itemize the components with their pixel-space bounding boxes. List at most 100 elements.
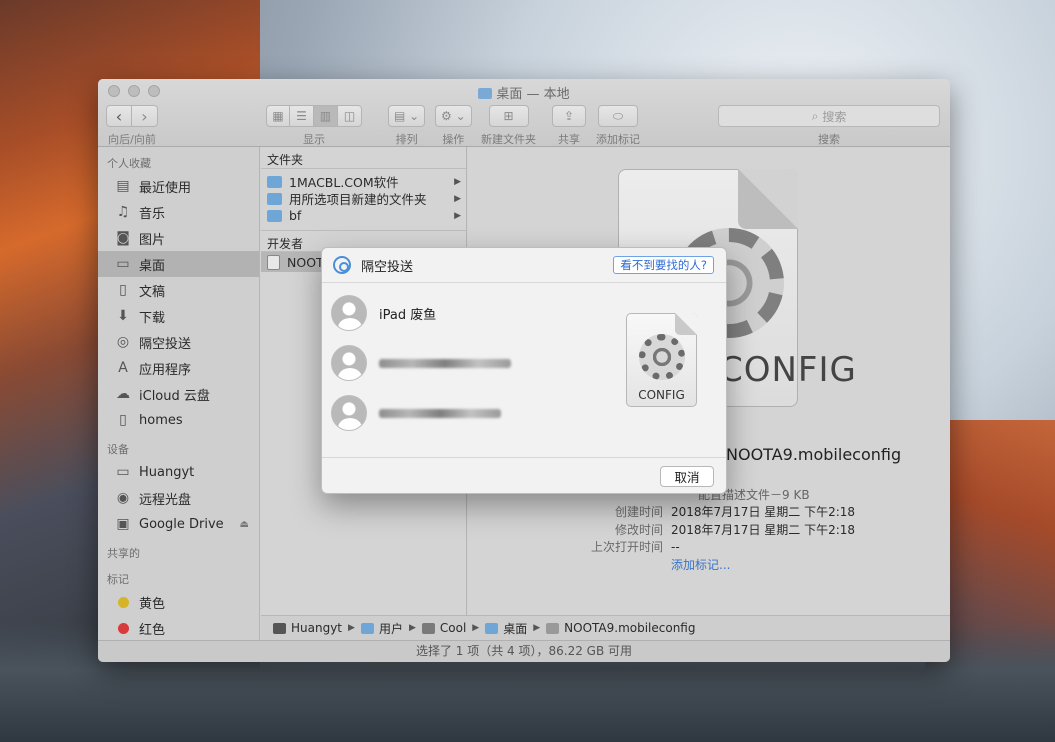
tag-group: ⬭ 添加标记 (596, 105, 640, 147)
home-icon (421, 622, 435, 634)
toolbar: 桌面 — 本地 ‹ › 向后/向前 ▦ ☰ ▥ ◫ 显示 ▤ ⌄ 排列 ⚙ ⌄ … (98, 79, 950, 147)
path-segment[interactable]: 用户 (360, 620, 403, 637)
sidebar-item-pictures[interactable]: ◙ 图片 (98, 225, 259, 251)
pictures-icon: ◙ (116, 230, 130, 246)
sidebar-item-airdrop[interactable]: ◎ 隔空投送 (98, 329, 259, 355)
cant-find-help-button[interactable]: 看不到要找的人? (613, 256, 714, 274)
airdrop-recipient[interactable] (331, 338, 611, 388)
sidebar-item-huangyt[interactable]: ▭ Huangyt (98, 459, 259, 485)
new-folder-label: 新建文件夹 (481, 133, 536, 146)
new-folder-button[interactable]: ⊞ (488, 105, 529, 127)
chevron-right-icon: ▶ (348, 623, 355, 633)
eject-icon[interactable]: ⏏ (240, 519, 249, 530)
chevron-right-icon: ▶ (454, 176, 461, 187)
add-tags-link[interactable]: 添加标记... (671, 556, 730, 573)
column-view-button[interactable]: ▥ (314, 105, 338, 127)
back-button[interactable]: ‹ (106, 105, 132, 127)
sidebar-item-tag-yellow[interactable]: 黄色 (98, 589, 259, 615)
sidebar-item-music[interactable]: ♫ 音乐 (98, 199, 259, 225)
sidebar-item-remote-disc[interactable]: ◉ 远程光盘 (98, 485, 259, 511)
window-title: 桌面 — 本地 (98, 83, 950, 102)
list-item[interactable]: 1MACBL.COM软件 ▶ (261, 173, 466, 190)
meta-row: 上次打开时间 -- (590, 539, 680, 555)
folders-heading: 文件夹 (261, 147, 466, 169)
documents-icon: ▯ (119, 282, 127, 298)
airdrop-footer: 取消 (322, 457, 726, 493)
chevron-right-icon: ▶ (454, 210, 461, 221)
arrange-button[interactable]: ▤ ⌄ (388, 105, 426, 127)
path-segment[interactable]: Cool (421, 621, 466, 635)
sidebar-item-homes[interactable]: ▯ homes (98, 407, 259, 433)
folder-icon (485, 622, 499, 634)
airdrop-icon: ◎ (116, 334, 130, 350)
chevron-right-icon: ▶ (408, 623, 416, 633)
cancel-button[interactable]: 取消 (660, 466, 714, 487)
recents-icon: ▤ (116, 178, 130, 194)
meta-row: 创建时间 2018年7月17日 星期二 下午2:18 (614, 505, 856, 520)
share-button[interactable]: ⇪ (552, 105, 586, 127)
gear-icon (639, 334, 685, 380)
preview-metadata: 创建时间 2018年7月17日 星期二 下午2:18 修改时间 2018年7月17日… (568, 503, 855, 573)
sidebar-item-desktop[interactable]: ▭ 桌面 (98, 251, 259, 277)
gallery-view-button[interactable]: ◫ (338, 105, 362, 127)
airdrop-recipient[interactable] (331, 388, 611, 438)
meta-row: 修改时间 2018年7月17日 星期二 下午2:18 (614, 522, 856, 537)
config-file-icon (546, 622, 560, 634)
music-icon: ♫ (116, 204, 130, 220)
sidebar-item-google-drive[interactable]: ▣ Google Drive ⏏ (98, 511, 259, 537)
action-button[interactable]: ⚙ ⌄ (435, 105, 472, 127)
sidebar-item-tag-red[interactable]: 红色 (98, 615, 259, 641)
sidebar-item-documents[interactable]: ▯ 文稿 (98, 277, 259, 303)
view-label: 显示 (303, 133, 325, 146)
search-input[interactable]: ⌕ 搜索 (718, 105, 940, 127)
airdrop-recipient[interactable]: iPad 废鱼 (331, 288, 611, 338)
applications-icon: A (118, 360, 128, 376)
arrange-group: ▤ ⌄ 排列 (388, 105, 426, 147)
file-icon: ▯ (119, 412, 127, 428)
chevron-right-icon: ▶ (533, 623, 541, 633)
tag-button[interactable]: ⬭ (598, 105, 638, 127)
path-segment[interactable]: 桌面 (485, 620, 527, 637)
airdrop-people-list: iPad 废鱼 (331, 288, 611, 438)
chevron-right-icon: ▶ (472, 623, 480, 633)
yellow-tag-icon (118, 596, 129, 608)
icloud-icon: ☁ (116, 386, 130, 402)
blurred-name (379, 358, 511, 368)
folder-icon (267, 192, 282, 205)
computer-icon: ▭ (116, 464, 130, 480)
list-view-button[interactable]: ☰ (290, 105, 314, 127)
tag-label: 添加标记 (596, 133, 640, 146)
devices-heading: 设备 (107, 443, 129, 456)
shared-heading: 共享的 (107, 547, 140, 560)
drive-icon: ▣ (116, 516, 130, 532)
sidebar-item-applications[interactable]: A 应用程序 (98, 355, 259, 381)
icon-view-button[interactable]: ▦ (266, 105, 290, 127)
path-segment[interactable]: Huangyt (273, 621, 342, 635)
view-group: ▦ ☰ ▥ ◫ 显示 (266, 105, 362, 147)
avatar (331, 395, 367, 431)
new-folder-group: ⊞ 新建文件夹 (481, 105, 536, 147)
chevron-right-icon: ▶ (454, 193, 461, 204)
airdrop-title: 隔空投送 (361, 259, 414, 275)
list-item[interactable]: bf ▶ (261, 207, 466, 224)
sidebar: 个人收藏 ▤ 最近使用 ♫ 音乐 ◙ 图片 ▭ 桌面 ▯ 文稿 ⬇ 下载 ◎ 隔空投送 A 应用… (98, 147, 260, 644)
search-icon: ⌕ (811, 108, 819, 123)
desktop-icon: ▭ (116, 256, 130, 272)
sidebar-item-downloads[interactable]: ⬇ 下载 (98, 303, 259, 329)
sidebar-item-recents[interactable]: ▤ 最近使用 (98, 173, 259, 199)
nav-label: 向后/向前 (108, 133, 156, 146)
search-group: ⌕ 搜索 搜索 (718, 105, 940, 147)
path-bar: Huangyt ▶ 用户 ▶ Cool ▶ 桌面 ▶ NOOTA9.mobile… (261, 615, 950, 640)
share-group: ⇪ 共享 (552, 105, 586, 147)
sidebar-item-icloud[interactable]: ☁ iCloud 云盘 (98, 381, 259, 407)
favorites-heading: 个人收藏 (107, 157, 151, 170)
action-label: 操作 (442, 133, 465, 146)
search-label: 搜索 (818, 133, 840, 146)
share-label: 共享 (558, 133, 580, 146)
preview-file-name: NOOTA9.mobileconfig (726, 445, 902, 464)
path-segment[interactable]: NOOTA9.mobileconfig (546, 621, 695, 635)
shared-file-icon: CONFIG (626, 313, 697, 407)
list-item[interactable]: 用所选项目新建的文件夹 ▶ (261, 190, 466, 207)
forward-button[interactable]: › (132, 105, 158, 127)
computer-icon (273, 622, 286, 634)
